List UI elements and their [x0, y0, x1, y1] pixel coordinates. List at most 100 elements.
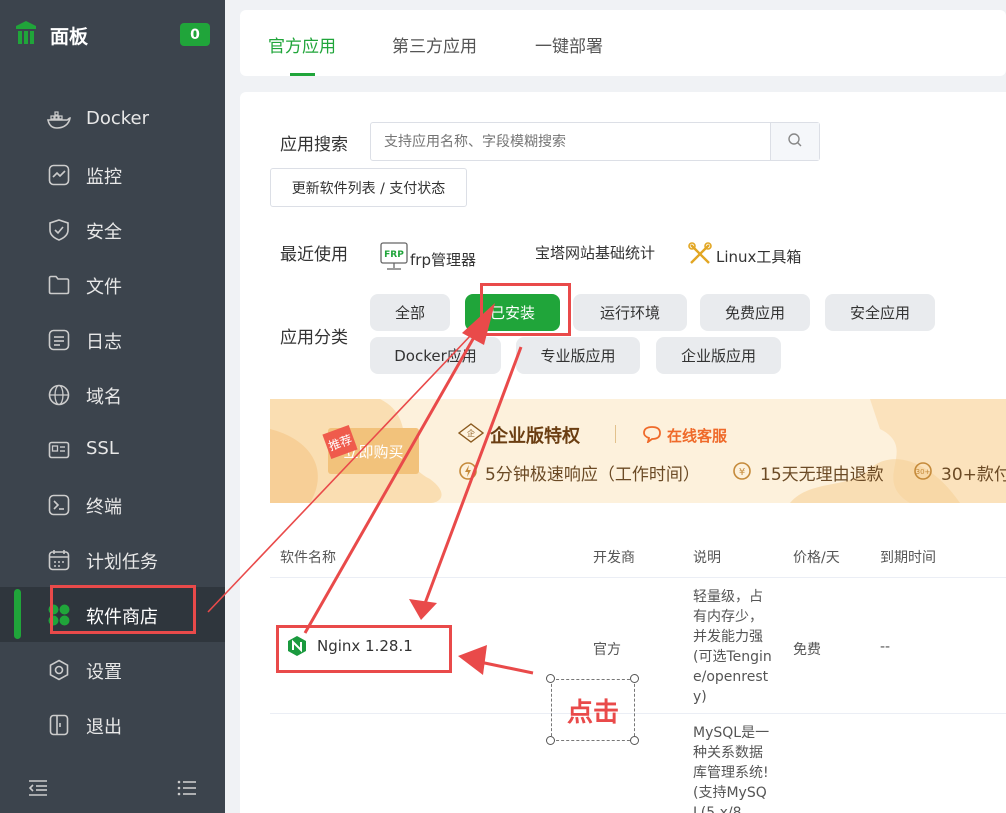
terminal-icon	[46, 492, 71, 517]
panel-title: 面板	[50, 25, 89, 48]
enterprise-crown-icon: 企	[457, 423, 485, 447]
sidebar-item-label: 计划任务	[86, 552, 158, 573]
search-input[interactable]	[371, 123, 770, 160]
column-software-name[interactable]: 软件名称	[280, 547, 336, 567]
software-vendor: 官方	[593, 642, 621, 658]
log-icon	[46, 327, 71, 352]
active-tab-underline	[290, 73, 315, 76]
click-annotation: 点击	[551, 679, 635, 741]
tab-one-click-deploy[interactable]: 一键部署	[535, 32, 603, 57]
sidebar-item-terminal[interactable]: 终端	[0, 477, 225, 532]
sidebar-item-security[interactable]: 安全	[0, 202, 225, 257]
tab-third-party-apps[interactable]: 第三方应用	[392, 32, 477, 57]
column-expire: 到期时间	[880, 550, 936, 566]
category-label: 应用分类	[280, 328, 348, 348]
sidebar-item-domains[interactable]: 域名	[0, 367, 225, 422]
shield-icon	[46, 217, 71, 242]
sidebar-item-docker[interactable]: Docker	[0, 92, 225, 147]
active-indicator	[14, 589, 21, 639]
recent-item-label: frp管理器	[410, 250, 476, 269]
refresh-software-list-button[interactable]: 更新软件列表 / 支付状态	[270, 168, 467, 207]
software-description: 轻量级，占有内存少，并发能力强(可选Tengine/openresty)	[693, 589, 772, 705]
row-divider	[270, 713, 1006, 714]
svg-text:FRP: FRP	[384, 250, 404, 260]
sidebar-item-label: 终端	[86, 497, 122, 518]
sidebar-item-monitor[interactable]: 监控	[0, 147, 225, 202]
resize-handle	[630, 736, 639, 745]
recent-item-linux-toolbox[interactable]: Linux工具箱	[688, 242, 801, 270]
banner-title: 企业版特权	[490, 426, 580, 447]
tools-icon	[688, 242, 712, 270]
sidebar-item-label: 文件	[86, 277, 122, 298]
tab-official-apps[interactable]: 官方应用	[268, 32, 336, 57]
svg-text:30+: 30+	[916, 468, 931, 476]
software-expire: --	[880, 639, 891, 655]
ssl-card-icon	[46, 437, 71, 462]
frp-icon: FRP	[380, 242, 408, 276]
sidebar-item-settings[interactable]: 设置	[0, 642, 225, 697]
category-enterprise[interactable]: 企业版应用	[656, 337, 781, 374]
folder-icon	[46, 272, 71, 297]
sidebar-item-cron[interactable]: 计划任务	[0, 532, 225, 587]
highlight-app-store	[50, 585, 196, 634]
category-security[interactable]: 安全应用	[825, 294, 935, 331]
app-tabs: 官方应用 第三方应用 一键部署	[240, 10, 1006, 76]
feature-fast-response: 5分钟极速响应（工作时间）	[485, 465, 700, 485]
sidebar-item-label: SSL	[86, 438, 119, 459]
plugins-icon: 30+	[913, 461, 933, 485]
search-button[interactable]	[770, 123, 819, 160]
highlight-nginx	[276, 625, 452, 673]
column-description: 说明	[693, 550, 721, 566]
recent-item-label: Linux工具箱	[716, 247, 802, 266]
sidebar-item-label: Docker	[86, 108, 150, 129]
sidebar-item-ssl[interactable]: SSL	[0, 422, 225, 477]
sidebar-footer	[0, 775, 225, 803]
sidebar-item-label: 监控	[86, 167, 122, 188]
docker-icon	[46, 107, 71, 132]
column-vendor: 开发商	[593, 550, 635, 566]
resize-handle	[630, 674, 639, 683]
resize-handle	[546, 736, 555, 745]
panel-logo-icon	[14, 20, 38, 50]
search-label: 应用搜索	[280, 135, 348, 155]
recent-item-frp[interactable]: FRP frp管理器	[380, 242, 476, 276]
enterprise-promo-banner: 立即购买 推荐 企 企业版特权 在线客服 5分钟极速响应（工作时间） ¥ 15天…	[270, 399, 1006, 503]
sidebar-item-logs[interactable]: 日志	[0, 312, 225, 367]
highlight-installed-category	[480, 283, 571, 336]
resize-handle	[546, 674, 555, 683]
feature-plugins: 30+款付费插件	[941, 465, 1006, 485]
software-description: MySQL是一种关系数据库管理系统!(支持MySQL(5.x/8	[693, 725, 770, 813]
monitor-icon	[46, 162, 71, 187]
fast-response-icon	[458, 461, 478, 485]
search-icon	[787, 132, 803, 152]
category-docker[interactable]: Docker应用	[370, 337, 501, 374]
sidebar-item-label: 退出	[86, 717, 122, 738]
gear-icon	[46, 657, 71, 682]
menu-list-icon[interactable]	[177, 779, 197, 801]
brand[interactable]: 面板	[14, 20, 88, 50]
sidebar-item-label: 安全	[86, 222, 122, 243]
column-price: 价格/天	[793, 550, 840, 566]
recent-label: 最近使用	[280, 245, 348, 265]
svg-text:企: 企	[467, 428, 475, 438]
chat-icon	[642, 425, 662, 447]
category-free[interactable]: 免费应用	[700, 294, 810, 331]
recent-item-label: 宝塔网站基础统计	[535, 244, 656, 262]
sidebar-item-files[interactable]: 文件	[0, 257, 225, 312]
sidebar: 面板 0 Docker 监控 安全 文件 日志 域名 SSL 终端 计划任务 软…	[0, 0, 225, 813]
search-box	[370, 122, 820, 161]
sidebar-item-label: 域名	[86, 387, 122, 408]
category-runtime[interactable]: 运行环境	[573, 294, 687, 331]
svg-text:¥: ¥	[739, 467, 745, 478]
sidebar-item-logout[interactable]: 退出	[0, 697, 225, 752]
globe-icon	[46, 382, 71, 407]
category-pro[interactable]: 专业版应用	[516, 337, 640, 374]
refund-icon: ¥	[732, 461, 752, 485]
sidebar-item-label: 日志	[86, 332, 122, 353]
online-service-link[interactable]: 在线客服	[667, 425, 727, 446]
collapse-sidebar-icon[interactable]	[28, 779, 48, 801]
recent-item-site-stats[interactable]: 宝塔网站基础统计	[535, 242, 655, 263]
notification-badge[interactable]: 0	[180, 23, 210, 46]
category-all[interactable]: 全部	[370, 294, 450, 331]
logout-icon	[46, 712, 71, 737]
